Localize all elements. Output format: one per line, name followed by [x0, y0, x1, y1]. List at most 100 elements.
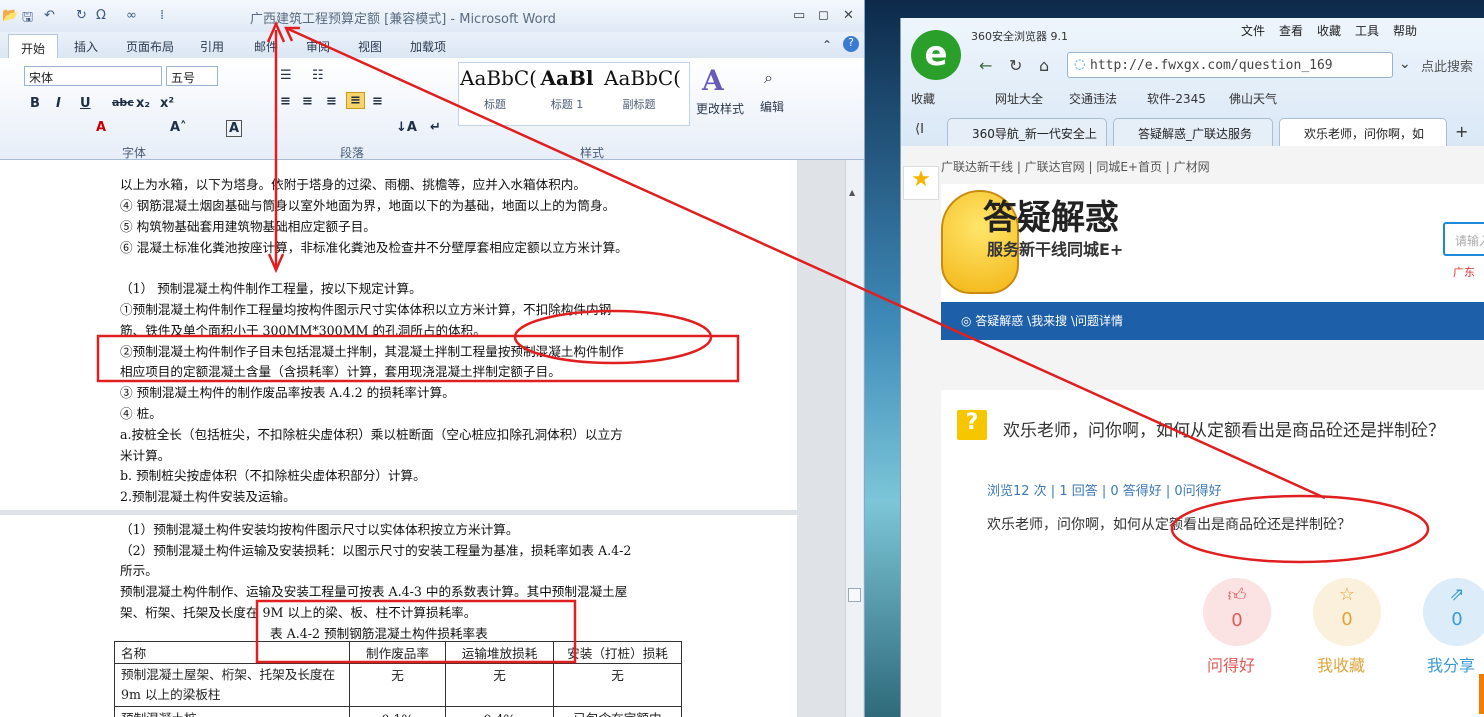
- bookmark-traffic[interactable]: 交通违法: [1069, 90, 1117, 107]
- change-styles-icon[interactable]: A: [702, 64, 724, 97]
- tab-page-layout[interactable]: 页面布局: [126, 38, 174, 55]
- tab-scroll-left-icon[interactable]: ⟨I: [915, 122, 924, 137]
- address-bar[interactable]: ◌ http://e.fwxgx.com/question_169: [1067, 52, 1393, 78]
- home-icon[interactable]: ⌂: [1039, 56, 1049, 75]
- good-question-label[interactable]: 问得好: [1207, 652, 1255, 676]
- align-right-icon[interactable]: ≡: [326, 94, 337, 109]
- doc-line: 以上为水箱，以下为塔身。依附于塔身的过梁、雨棚、挑檐等，应并入水箱体积内。: [120, 177, 586, 192]
- menu-favorites[interactable]: 收藏: [1317, 22, 1341, 39]
- bullets-icon[interactable]: ☰: [280, 68, 292, 83]
- symbol-icon[interactable]: Ω: [96, 8, 106, 23]
- open-icon[interactable]: 📂: [2, 8, 18, 23]
- refresh-icon[interactable]: ↻: [1009, 56, 1022, 75]
- share-label[interactable]: 我分享: [1427, 652, 1475, 676]
- share-count: 0: [1451, 609, 1463, 630]
- collapse-ribbon-icon[interactable]: ⌃: [822, 38, 832, 52]
- numbering-icon[interactable]: ☷: [312, 68, 324, 83]
- save-icon[interactable]: 🖫: [22, 8, 33, 30]
- scroll-up-icon[interactable]: ▲: [849, 188, 860, 198]
- font-name-select[interactable]: 宋体: [24, 66, 162, 86]
- font-size-select[interactable]: 五号: [166, 66, 218, 86]
- scroll-thumb[interactable]: [848, 588, 861, 602]
- show-marks-icon[interactable]: ↵: [430, 120, 441, 135]
- favorite-button[interactable]: ☆ 0: [1313, 578, 1381, 646]
- good-question-button[interactable]: 👍︎ 0: [1203, 578, 1271, 646]
- table-header: 名称: [114, 641, 350, 664]
- address-url: http://e.fwxgx.com/question_169: [1090, 58, 1333, 73]
- distribute-icon[interactable]: ≡: [372, 94, 383, 109]
- location-icon: ◎: [961, 314, 976, 328]
- document-page-1[interactable]: 以上为水箱，以下为塔身。依附于塔身的过梁、雨棚、挑檐等，应并入水箱体积内。 ④ …: [0, 160, 797, 510]
- style-heading-1[interactable]: AaBl 标题 1: [532, 66, 602, 120]
- doc-line: a.按桩全长（包括桩尖，不扣除桩尖虚体积）乘以桩断面（空心桩应扣除孔洞体积）以立…: [120, 427, 623, 442]
- tab-references[interactable]: 引用: [200, 38, 224, 55]
- tab-view[interactable]: 视图: [358, 38, 382, 55]
- region-label[interactable]: 广东: [1453, 264, 1475, 280]
- grow-font-button[interactable]: A˄: [170, 120, 187, 135]
- align-center-icon[interactable]: ≡: [302, 94, 313, 109]
- search-input[interactable]: 请输入: [1443, 222, 1484, 256]
- style-heading[interactable]: AaBbC(标题: [460, 66, 537, 120]
- search-box[interactable]: 点此搜索: [1421, 56, 1473, 75]
- customize-qat-icon[interactable]: ⁞: [160, 8, 164, 23]
- binoculars-icon[interactable]: ⌕: [764, 68, 773, 88]
- menu-file[interactable]: 文件: [1241, 22, 1265, 39]
- menu-tools[interactable]: 工具: [1355, 22, 1379, 39]
- site-nav[interactable]: 广联达新干线 | 广联达官网 | 同城E+首页 | 广材网: [941, 158, 1210, 175]
- feedback-tab[interactable]: [1479, 674, 1484, 714]
- menu-help[interactable]: 帮助: [1393, 22, 1417, 39]
- strikethrough-button[interactable]: abc: [112, 96, 134, 109]
- browser-tab-active[interactable]: 欢乐老师，问你啊，如: [1279, 118, 1447, 146]
- restore-icon[interactable]: ◻: [818, 8, 829, 23]
- new-tab-icon[interactable]: +: [1455, 122, 1468, 141]
- share-button[interactable]: ⇗ 0: [1423, 578, 1484, 646]
- bookmark-favorites[interactable]: 收藏: [911, 90, 935, 107]
- tab-insert[interactable]: 插入: [74, 38, 98, 55]
- close-icon[interactable]: ✕: [843, 8, 854, 23]
- edit-button[interactable]: 编辑: [760, 98, 784, 115]
- word-title: 广西建筑工程预算定额 [兼容模式] - Microsoft Word: [250, 12, 556, 27]
- dropdown-chevron-icon[interactable]: ⌄: [1399, 56, 1411, 72]
- breadcrumb-text[interactable]: 答疑解惑 \我来搜 \问题详情: [975, 314, 1123, 328]
- bookmark-software[interactable]: 软件-2345: [1147, 90, 1206, 107]
- doc-line: （2）预制混凝土构件运输及安装损耗：以图示尺寸的安装工程量为基准，损耗率如表 A…: [120, 543, 632, 558]
- minimize-icon[interactable]: ▭: [793, 8, 805, 23]
- table-cell: 无: [445, 663, 554, 707]
- favorite-label[interactable]: 我收藏: [1317, 652, 1365, 676]
- tab-home[interactable]: 开始: [8, 34, 58, 58]
- menu-view[interactable]: 查看: [1279, 22, 1303, 39]
- font-color-button[interactable]: A: [96, 120, 106, 135]
- superscript-button[interactable]: x²: [160, 96, 174, 111]
- bookmark-weather[interactable]: 佛山天气: [1229, 90, 1277, 107]
- doc-line: ③ 预制混凝土构件的制作废品率按表 A.4.2 的损耗率计算。: [120, 385, 455, 400]
- styles-group-label: 样式: [580, 146, 605, 160]
- bold-button[interactable]: B: [30, 96, 40, 111]
- doc-line: ④ 桩。: [120, 406, 162, 421]
- char-border-button[interactable]: A: [226, 120, 243, 137]
- table-cell: 预制混凝土屋架、桁架、托架及长度在 9m 以上的梁板柱: [114, 663, 350, 707]
- justify-icon[interactable]: ≡: [346, 92, 365, 109]
- tab-addins[interactable]: 加载项: [410, 38, 446, 55]
- italic-button[interactable]: I: [56, 96, 61, 111]
- sort-icon[interactable]: ↓A: [396, 120, 417, 135]
- vertical-scrollbar[interactable]: ▲: [845, 160, 863, 717]
- browser-tab[interactable]: 360导航_新一代安全上: [947, 118, 1107, 146]
- browser-tab[interactable]: 答疑解惑_广联达服务: [1113, 118, 1273, 146]
- bookmark-sites[interactable]: 网址大全: [995, 90, 1043, 107]
- table-cell: 预制混凝土桩: [114, 706, 350, 717]
- tab-mailings[interactable]: 邮件: [254, 38, 278, 55]
- star-icon[interactable]: ★: [903, 166, 939, 200]
- link-icon[interactable]: ∞: [126, 8, 137, 23]
- align-left-icon[interactable]: ≡: [280, 94, 291, 109]
- subscript-button[interactable]: x₂: [136, 96, 150, 111]
- help-icon[interactable]: ?: [843, 36, 859, 52]
- back-icon[interactable]: ←: [979, 56, 992, 75]
- redo-icon[interactable]: ↻: [76, 8, 87, 23]
- tab-review[interactable]: 审阅: [306, 38, 330, 55]
- style-subtitle[interactable]: AaBbC(副标题: [604, 66, 681, 120]
- change-styles-button[interactable]: 更改样式: [696, 100, 744, 117]
- table-cell: 已包含在定额内: [553, 706, 682, 717]
- table-row: 预制混凝土屋架、桁架、托架及长度在 9m 以上的梁板柱 无 无 无: [114, 663, 682, 707]
- underline-button[interactable]: U: [80, 96, 91, 111]
- undo-icon[interactable]: ↶: [44, 8, 55, 23]
